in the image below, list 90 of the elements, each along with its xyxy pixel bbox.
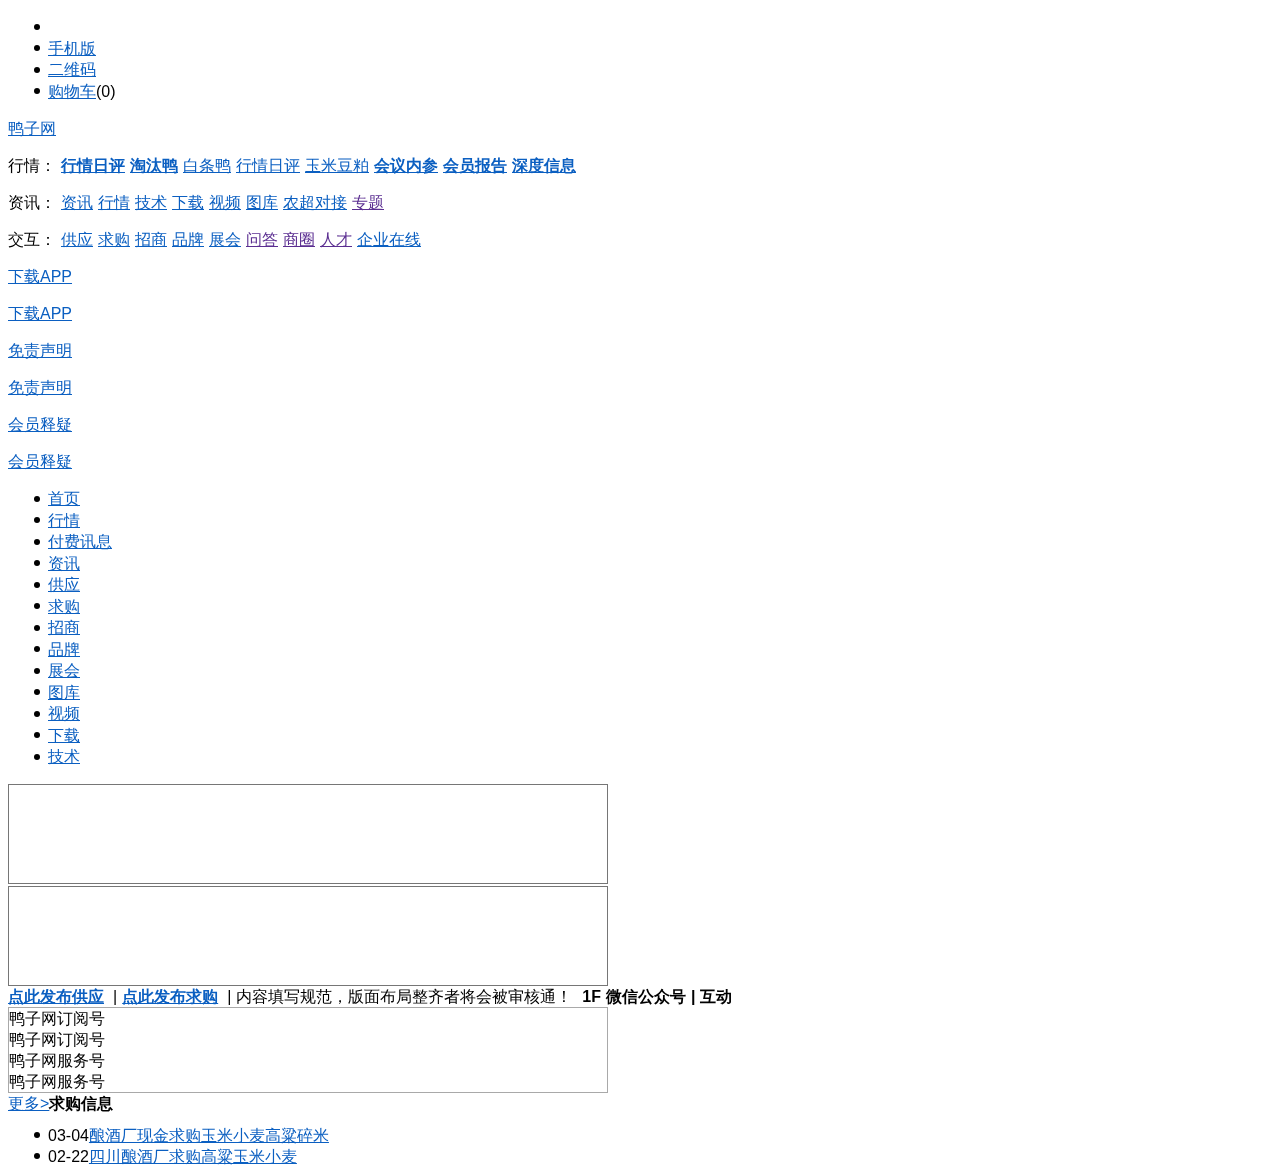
- nav-link[interactable]: 资讯: [48, 552, 80, 574]
- bullet-icon: [34, 560, 40, 567]
- category-link[interactable]: 供应: [61, 231, 93, 248]
- separator-text: |: [227, 987, 232, 1005]
- cart-count: (0): [96, 81, 116, 102]
- bullet-icon: [34, 66, 40, 73]
- page-link[interactable]: 会员释疑: [8, 416, 72, 433]
- bullet-icon: [34, 624, 40, 631]
- category-link[interactable]: 行情日评: [236, 157, 300, 174]
- top-menu-link[interactable]: 二维码: [48, 59, 96, 81]
- row-label: 行情：: [8, 157, 56, 174]
- category-link[interactable]: 人才: [320, 231, 352, 248]
- notice-text: 内容填写规范，版面布局整齐者将会被审核通！: [236, 987, 573, 1005]
- bullet-icon: [34, 603, 40, 610]
- category-link[interactable]: 淘汰鸭: [130, 157, 178, 174]
- category-link[interactable]: 深度信息: [512, 157, 576, 174]
- bullet-icon: [34, 538, 40, 545]
- bullet-icon: [34, 23, 40, 30]
- nav-link[interactable]: 付费讯息: [48, 531, 112, 553]
- section-heading: 互动: [700, 987, 733, 1005]
- category-link[interactable]: 玉米豆粕: [305, 157, 369, 174]
- category-link[interactable]: 资讯: [61, 194, 93, 211]
- category-link[interactable]: 会议内参: [374, 157, 438, 174]
- category-link[interactable]: 问答: [246, 231, 278, 248]
- top-menu-link[interactable]: 购物车: [48, 80, 96, 102]
- category-link[interactable]: 品牌: [172, 231, 204, 248]
- nav-link[interactable]: 下载: [48, 724, 80, 746]
- bullet-icon: [34, 581, 40, 588]
- page-link[interactable]: 免责声明: [8, 379, 72, 396]
- more-link[interactable]: 更多>: [8, 1094, 50, 1112]
- separator-text: |: [691, 987, 696, 1005]
- bullet-icon: [34, 45, 40, 52]
- category-link[interactable]: 行情: [98, 194, 130, 211]
- category-link[interactable]: 企业在线: [357, 231, 421, 248]
- category-link[interactable]: 技术: [135, 194, 167, 211]
- publish-link[interactable]: 点此发布供应: [8, 987, 104, 1005]
- category-link[interactable]: 白条鸭: [183, 157, 231, 174]
- page-link[interactable]: 会员释疑: [8, 453, 72, 470]
- publish-link[interactable]: 点此发布求购: [122, 987, 219, 1005]
- category-link[interactable]: 展会: [209, 231, 241, 248]
- category-link[interactable]: 商圈: [283, 231, 315, 248]
- category-link[interactable]: 求购: [98, 231, 130, 248]
- bullet-icon: [34, 1153, 40, 1159]
- category-link[interactable]: 图库: [246, 194, 278, 211]
- nav-link[interactable]: 展会: [48, 660, 80, 682]
- bullet-icon: [34, 495, 40, 502]
- row-label: 交互：: [8, 231, 56, 248]
- nav-link[interactable]: 行情: [48, 509, 80, 531]
- section-heading: 1F: [582, 987, 601, 1005]
- post-date: 03-04: [48, 1125, 89, 1146]
- nav-link[interactable]: 技术: [48, 746, 80, 768]
- category-link[interactable]: 行情日评: [61, 157, 125, 174]
- account-name: 鸭子网服务号: [9, 1050, 106, 1071]
- account-name: 鸭子网订阅号: [9, 1008, 106, 1029]
- nav-link[interactable]: 供应: [48, 574, 80, 596]
- nav-link[interactable]: 求购: [48, 595, 80, 617]
- nav-link[interactable]: 品牌: [48, 638, 80, 660]
- nav-link[interactable]: 图库: [48, 681, 80, 703]
- bullet-icon: [34, 88, 40, 95]
- site-link[interactable]: 鸭子网: [8, 120, 56, 137]
- section-heading: 微信公众号: [606, 987, 686, 1005]
- bullet-icon: [34, 1132, 40, 1138]
- category-link[interactable]: 会员报告: [443, 157, 507, 174]
- nav-link[interactable]: 首页: [48, 488, 80, 510]
- account-name: 鸭子网订阅号: [9, 1029, 106, 1050]
- nav-link[interactable]: 视频: [48, 703, 80, 725]
- bullet-icon: [34, 710, 40, 717]
- page-link[interactable]: 下载APP: [8, 268, 72, 285]
- post-date: 02-22: [48, 1146, 89, 1167]
- separator-text: |: [113, 987, 118, 1005]
- category-link[interactable]: 下载: [172, 194, 204, 211]
- bullet-icon: [34, 689, 40, 696]
- category-link[interactable]: 招商: [135, 231, 167, 248]
- category-link[interactable]: 视频: [209, 194, 241, 211]
- category-link[interactable]: 农超对接: [283, 194, 347, 211]
- page-link[interactable]: 免责声明: [8, 342, 72, 359]
- bullet-icon: [34, 517, 40, 524]
- post-link[interactable]: 四川酿酒厂求购高粱玉米小麦: [88, 1145, 297, 1167]
- section-title: 求购信息: [49, 1094, 114, 1112]
- page-link[interactable]: 下载APP: [8, 305, 72, 322]
- nav-link[interactable]: 招商: [48, 617, 80, 639]
- bullet-icon: [34, 667, 40, 674]
- row-label: 资讯：: [8, 194, 56, 211]
- post-link[interactable]: 酿酒厂现金求购玉米小麦高粱碎米: [88, 1124, 329, 1146]
- top-menu-link[interactable]: 手机版: [48, 37, 96, 59]
- category-link[interactable]: 专题: [352, 194, 384, 211]
- bullet-icon: [34, 732, 40, 739]
- bullet-icon: [34, 753, 40, 760]
- bullet-icon: [34, 646, 40, 653]
- account-name: 鸭子网服务号: [9, 1071, 106, 1092]
